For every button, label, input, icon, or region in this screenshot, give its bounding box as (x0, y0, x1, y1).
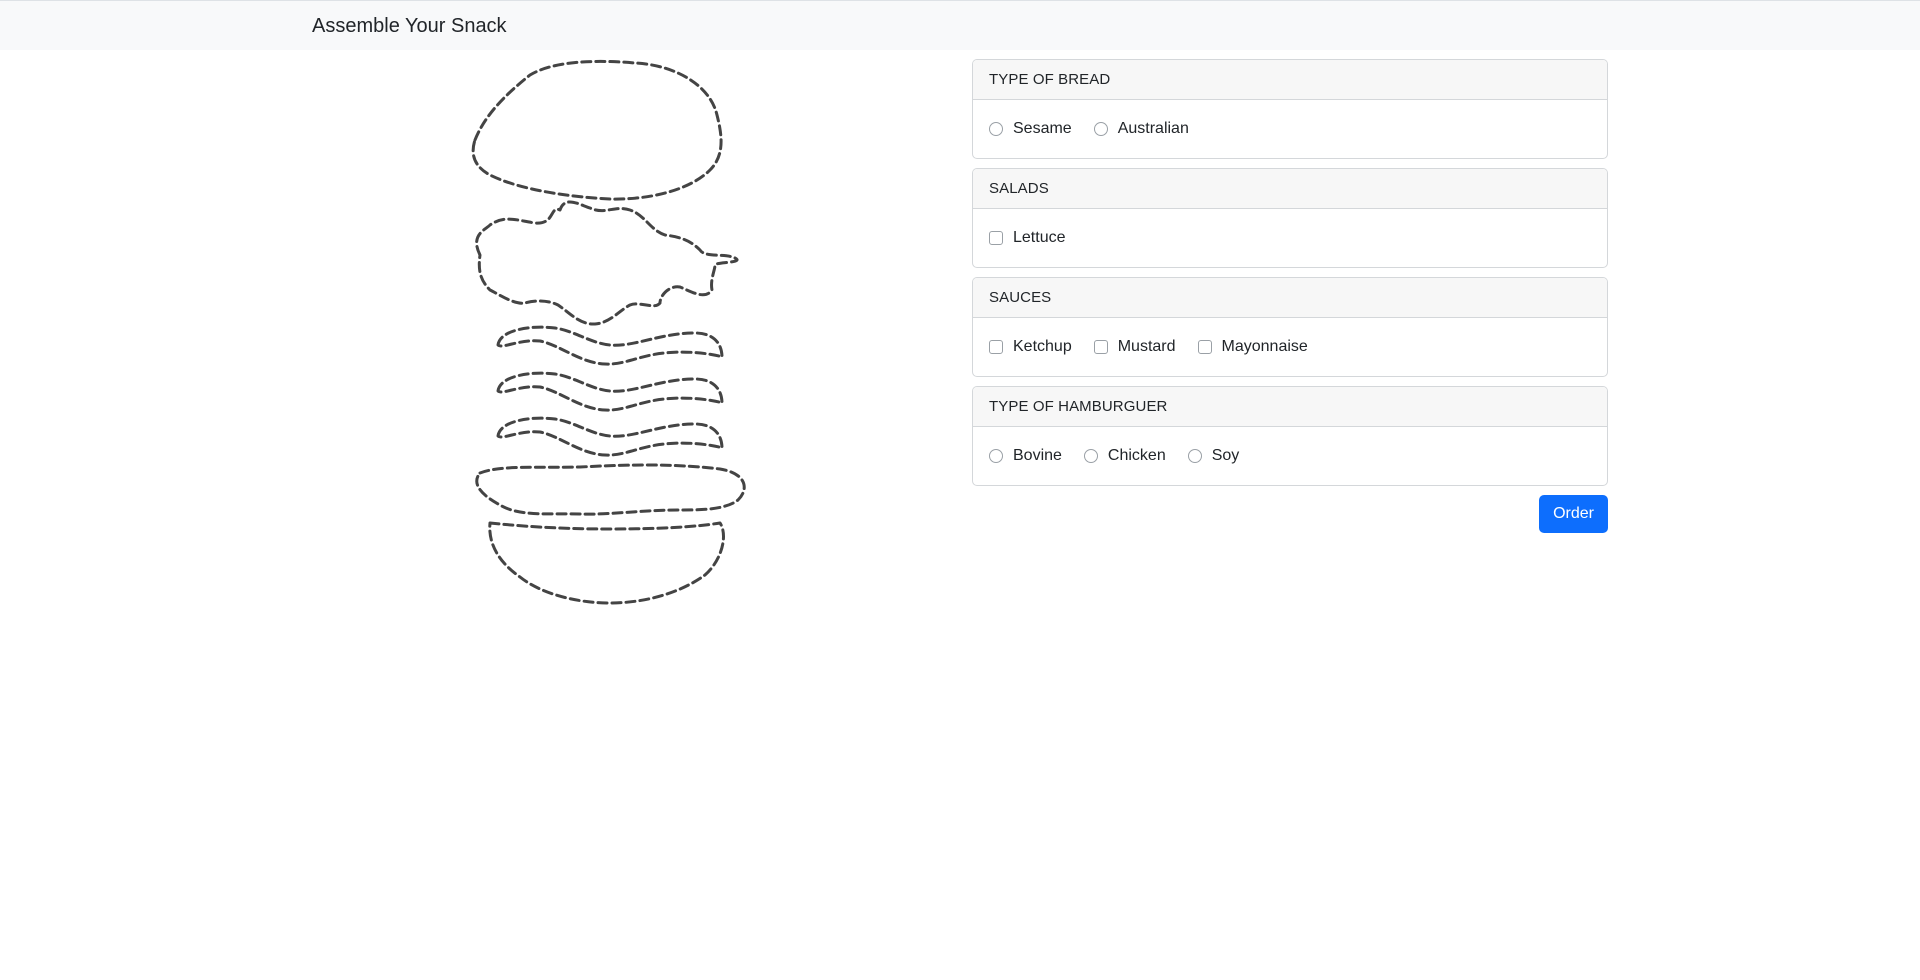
bread-card: TYPE OF BREAD Sesame Australian (972, 59, 1608, 159)
salads-options: Lettuce (973, 209, 1607, 267)
radio-button[interactable] (989, 122, 1003, 136)
hamburger-card-header: TYPE OF HAMBURGUER (973, 387, 1607, 427)
sauces-options: Ketchup Mustard Mayonnaise (973, 318, 1607, 376)
sauce-option-label: Ketchup (1013, 338, 1072, 355)
salad-option-label: Lettuce (1013, 229, 1066, 246)
hamburger-card: TYPE OF HAMBURGUER Bovine Chicken Soy (972, 386, 1608, 486)
salads-card-header: SALADS (973, 169, 1607, 209)
radio-button[interactable] (1187, 449, 1202, 463)
hamburger-option-label: Bovine (1013, 447, 1062, 464)
navbar-brand[interactable]: Assemble Your Snack (312, 15, 507, 38)
patty-layer (475, 463, 746, 516)
sauce-option-label: Mayonnaise (1221, 338, 1308, 355)
sauce-option-label: Mustard (1117, 338, 1176, 355)
checkbox[interactable] (1197, 340, 1212, 354)
hamburger-option-soy[interactable]: Soy (1187, 447, 1240, 465)
bottom-bun-layer (488, 521, 725, 605)
radio-button[interactable] (1093, 122, 1108, 136)
bread-option-label: Australian (1117, 120, 1189, 137)
navbar: Assemble Your Snack (0, 0, 1920, 50)
hamburger-option-chicken[interactable]: Chicken (1083, 447, 1166, 465)
sauce-option-mustard[interactable]: Mustard (1093, 338, 1176, 356)
salad-option-lettuce[interactable]: Lettuce (989, 229, 1065, 247)
sauce-option-mayonnaise[interactable]: Mayonnaise (1197, 338, 1308, 356)
checkbox[interactable] (989, 231, 1003, 245)
hamburger-option-label: Soy (1211, 447, 1240, 464)
top-bun-layer (471, 59, 723, 201)
hamburger-option-bovine[interactable]: Bovine (989, 447, 1062, 465)
bacon-strip-1 (496, 325, 724, 366)
sauces-card: SAUCES Ketchup Mustard Mayonnaise (972, 277, 1608, 377)
sauces-card-header: SAUCES (973, 278, 1607, 318)
bread-card-header: TYPE OF BREAD (973, 60, 1607, 100)
form-actions: Order (972, 495, 1608, 533)
bread-option-label: Sesame (1013, 120, 1072, 137)
sauce-option-ketchup[interactable]: Ketchup (989, 338, 1072, 356)
checkbox[interactable] (1093, 340, 1108, 354)
bread-option-australian[interactable]: Australian (1093, 120, 1189, 138)
checkbox[interactable] (989, 340, 1003, 354)
lettuce-layer (475, 200, 739, 326)
radio-button[interactable] (989, 449, 1003, 463)
radio-button[interactable] (1083, 449, 1098, 463)
order-button[interactable]: Order (1539, 495, 1608, 533)
bread-options: Sesame Australian (973, 100, 1607, 158)
burger-illustration (471, 59, 746, 605)
hamburger-options: Bovine Chicken Soy (973, 427, 1607, 485)
salads-card: SALADS Lettuce (972, 168, 1608, 268)
bacon-strip-3 (496, 416, 724, 457)
bacon-strip-2 (496, 371, 724, 412)
bread-option-sesame[interactable]: Sesame (989, 120, 1072, 138)
hamburger-option-label: Chicken (1107, 447, 1166, 464)
snack-options-form: TYPE OF BREAD Sesame Australian SALADS L… (972, 59, 1608, 533)
